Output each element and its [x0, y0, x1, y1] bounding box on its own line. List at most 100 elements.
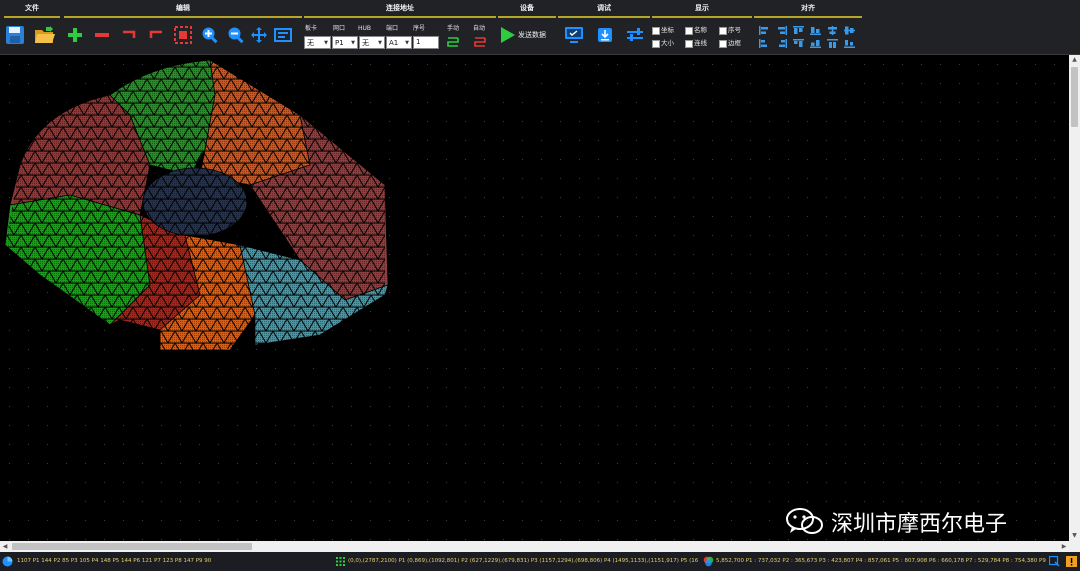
- scroll-left-icon[interactable]: ◀: [0, 541, 10, 552]
- manual-wire-icon: [447, 36, 459, 47]
- zoom-out-button[interactable]: [225, 24, 247, 46]
- floppy-disk-icon: [6, 26, 24, 44]
- move-arrows-icon: [251, 27, 267, 43]
- fit-view-button[interactable]: [272, 24, 294, 46]
- scroll-up-icon[interactable]: ▲: [1069, 55, 1080, 65]
- wire-checkbox[interactable]: 连线: [685, 39, 707, 48]
- size-checkbox-label: 大小: [661, 39, 674, 47]
- size-checkbox[interactable]: 大小: [652, 39, 674, 48]
- dropdown-arrow-icon: ▼: [378, 40, 382, 46]
- colors-status-icon: [703, 556, 714, 567]
- hub-select[interactable]: 无 ▼: [359, 36, 385, 49]
- horizontal-scroll-thumb[interactable]: [12, 543, 252, 550]
- watermark-text: 深圳市摩西尔电子: [831, 512, 1008, 537]
- selection-delete-icon: [174, 26, 192, 44]
- group-title-file: 文件: [25, 4, 39, 12]
- same-width-icon[interactable]: [827, 39, 838, 48]
- align-right-icon[interactable]: [776, 26, 787, 35]
- group-title-display: 显示: [695, 4, 709, 12]
- same-height-icon[interactable]: [844, 39, 855, 48]
- adjust-button[interactable]: [624, 24, 646, 46]
- sliders-icon: [627, 28, 643, 41]
- led-panel-mesh[interactable]: [0, 55, 400, 355]
- save-button[interactable]: [4, 24, 26, 46]
- layout-canvas[interactable]: [0, 55, 1069, 541]
- warning-icon[interactable]: [1066, 556, 1077, 567]
- checkbox-box: [719, 26, 727, 35]
- align-hcenter-icon[interactable]: [827, 26, 838, 35]
- checkbox-box: [719, 39, 727, 48]
- wechat-icon: [786, 508, 823, 534]
- coord-checkbox-label: 坐标: [661, 26, 674, 34]
- auto-label: 自动: [473, 25, 486, 32]
- group-divider: [304, 16, 496, 18]
- corner-line-left-icon: [149, 30, 162, 38]
- distribute-right-icon[interactable]: [776, 39, 787, 48]
- manual-label: 手动: [447, 25, 460, 32]
- play-icon: [501, 27, 515, 43]
- group-divider: [754, 16, 862, 18]
- corner-line-icon: [123, 30, 136, 38]
- hub-label: HUB: [358, 25, 372, 32]
- group-divider: [498, 16, 556, 18]
- seq-input[interactable]: 1: [413, 36, 439, 49]
- interface-select-value: A1: [389, 39, 399, 47]
- fit-window-icon: [274, 28, 292, 42]
- pan-button[interactable]: [248, 24, 270, 46]
- grid-status-icon: [336, 557, 345, 566]
- coord-checkbox[interactable]: 坐标: [652, 26, 674, 35]
- group-title-debug: 调试: [597, 4, 611, 12]
- port-select-value: P1: [335, 39, 344, 47]
- monitor-button[interactable]: [563, 24, 585, 46]
- group-title-align: 对齐: [801, 4, 815, 12]
- watermark: 深圳市摩西尔电子: [785, 504, 1007, 540]
- seq-checkbox[interactable]: 序号: [719, 26, 741, 35]
- line-right-button[interactable]: [118, 24, 140, 46]
- group-title-edit: 编辑: [176, 4, 190, 12]
- name-checkbox[interactable]: 名称: [685, 26, 707, 35]
- open-folder-icon: [35, 26, 55, 43]
- add-button[interactable]: [64, 24, 86, 46]
- group-divider: [64, 16, 302, 18]
- vertical-scrollbar[interactable]: ▲ ▼: [1069, 55, 1080, 541]
- align-bottom-icon[interactable]: [810, 26, 821, 35]
- group-divider: [558, 16, 650, 18]
- vertical-scroll-thumb[interactable]: [1071, 67, 1078, 127]
- align-left-icon[interactable]: [759, 26, 770, 35]
- send-data-button[interactable]: 发送数据: [500, 24, 552, 46]
- auto-wire-icon: [474, 36, 486, 47]
- horizontal-scrollbar[interactable]: ◀ ▶: [0, 541, 1080, 552]
- checkbox-box: [652, 39, 660, 48]
- distribute-left-icon[interactable]: [759, 39, 770, 48]
- zoom-out-icon: [228, 27, 244, 44]
- port-select[interactable]: P1 ▼: [332, 36, 358, 49]
- toolbar: 文件 编辑 连接地址 设备 调试 显示 对齐 板卡 网口 HUB 端口 序号 手…: [0, 0, 1080, 55]
- interface-select[interactable]: A1 ▼: [386, 36, 412, 49]
- checkbox-box: [652, 26, 660, 35]
- plus-icon: [68, 28, 82, 42]
- line-left-button[interactable]: [145, 24, 167, 46]
- dropdown-arrow-icon: ▼: [351, 40, 355, 46]
- scroll-down-icon[interactable]: ▼: [1069, 531, 1080, 541]
- remove-button[interactable]: [91, 24, 113, 46]
- auto-connect-button[interactable]: [470, 33, 490, 49]
- distribute-top-icon[interactable]: [793, 39, 804, 48]
- scroll-right-icon[interactable]: ▶: [1059, 541, 1069, 552]
- monitor-icon: [565, 27, 583, 43]
- distribute-bottom-icon[interactable]: [810, 39, 821, 48]
- hub-select-value: 无: [362, 39, 369, 47]
- group-title-device: 设备: [520, 4, 534, 12]
- download-button[interactable]: [594, 24, 616, 46]
- manual-connect-button[interactable]: [443, 33, 463, 49]
- group-divider: [652, 16, 752, 18]
- zoom-in-button[interactable]: [199, 24, 221, 46]
- align-top-icon[interactable]: [793, 26, 804, 35]
- delete-selection-button[interactable]: [172, 24, 194, 46]
- border-checkbox[interactable]: 边框: [719, 39, 741, 48]
- open-folder-button[interactable]: [34, 24, 56, 46]
- card-select[interactable]: 无 ▼: [304, 36, 331, 49]
- seq-label: 序号: [413, 25, 426, 32]
- screen-select-icon[interactable]: [1049, 556, 1060, 567]
- align-vcenter-icon[interactable]: [844, 26, 855, 35]
- checkbox-box: [685, 39, 693, 48]
